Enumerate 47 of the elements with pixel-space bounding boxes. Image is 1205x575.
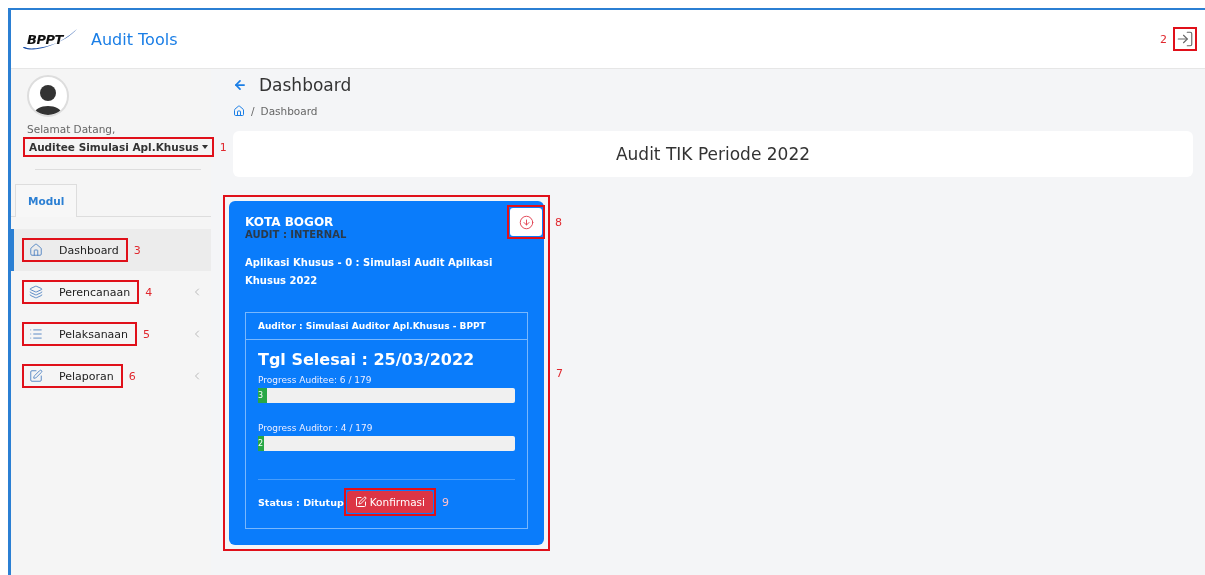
end-date: Tgl Selesai : 25/03/2022	[258, 350, 476, 369]
download-icon	[518, 214, 534, 230]
menu-link[interactable]: Perencanaan	[25, 283, 137, 301]
city-name: KOTA BOGOR	[245, 215, 335, 229]
annotation-number: 6	[128, 369, 136, 383]
sidebar-tab[interactable]: Modul	[15, 184, 78, 217]
menu-link[interactable]: Pelaporan	[25, 367, 120, 385]
menu-link[interactable]: Pelaksanaan	[25, 325, 135, 343]
audit-type: AUDIT : INTERNAL	[245, 229, 347, 240]
app-name: Audit Tools	[91, 29, 178, 49]
card-description: Aplikasi Khusus - 0 : Simulasi Audit Aplikasi Khusus 2022	[245, 256, 494, 288]
breadcrumb-separator: /	[251, 105, 255, 117]
progress-label: Progress Auditor : 4 / 179	[258, 423, 374, 433]
status-text: Status : Ditutup	[258, 496, 344, 508]
caret-icon	[201, 145, 208, 149]
list-icon	[29, 327, 43, 341]
page-title: Dashboard	[259, 75, 352, 95]
user-dropdown[interactable]: Auditee Simulasi Apl.Khusus	[26, 140, 211, 154]
auditor-name: Auditor : Simulasi Auditor Apl.Khusus - BPPT	[246, 313, 527, 340]
edit-icon	[29, 369, 43, 383]
progress-fill: 3	[258, 388, 267, 403]
annotation-number: 8	[555, 215, 562, 229]
home-icon	[29, 243, 43, 257]
menu-item[interactable]: Perencanaan 4	[11, 271, 211, 313]
avatar-silhouette-icon	[27, 75, 69, 117]
annotation-number: 5	[143, 327, 151, 341]
home-icon[interactable]	[233, 105, 245, 117]
logo-text: BPPT	[27, 31, 63, 47]
annotation-number: 2	[1160, 32, 1167, 46]
progress-label: Progress Auditee: 6 / 179	[258, 375, 373, 385]
breadcrumb-item[interactable]: Dashboard	[260, 105, 318, 117]
back-arrow-icon[interactable]	[233, 78, 247, 92]
annotation-number: 1	[219, 140, 227, 154]
annotation-number: 7	[556, 366, 563, 380]
annotation-number: 4	[145, 285, 153, 299]
menu-item[interactable]: Dashboard 3	[11, 229, 211, 271]
menu-item[interactable]: Pelaksanaan 5	[11, 313, 211, 355]
banner-title: Audit TIK Periode 2022	[615, 144, 811, 164]
annotation-number: 3	[133, 243, 141, 257]
annotation-number: 9	[441, 495, 449, 509]
edit-icon	[354, 496, 367, 508]
menu-link[interactable]: Dashboard	[25, 241, 125, 259]
greeting-text: Selamat Datang,	[27, 123, 117, 135]
progress-fill: 2	[258, 436, 264, 451]
confirm-button[interactable]: Konfirmasi	[346, 491, 433, 513]
layers-icon	[29, 285, 43, 299]
menu-item[interactable]: Pelaporan 6	[11, 355, 211, 397]
